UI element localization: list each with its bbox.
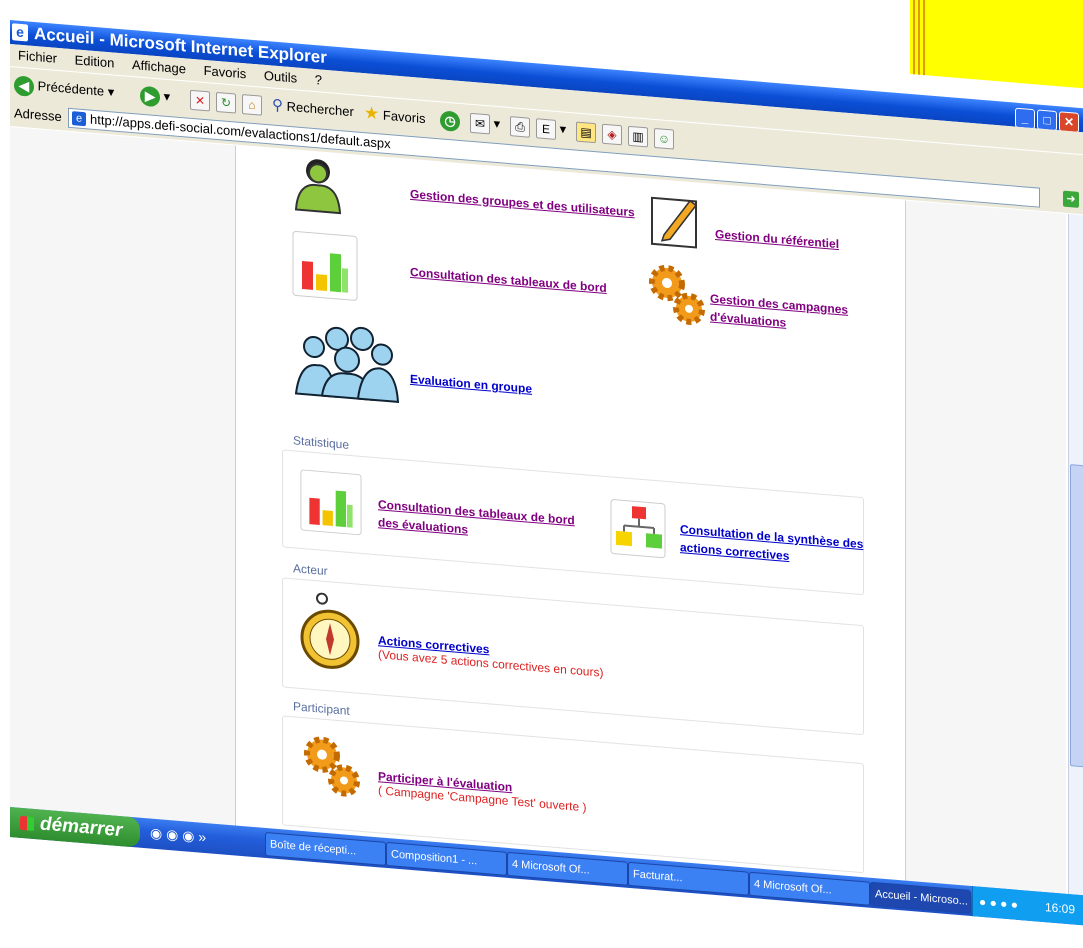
admin-item-campaigns[interactable]: Gestion des campagnes d'évaluations (710, 290, 860, 338)
scrollbar-thumb[interactable] (1070, 464, 1083, 768)
menu-fichier[interactable]: Fichier (18, 48, 57, 66)
pencil-note-icon (650, 192, 702, 257)
bar-chart-icon (292, 230, 358, 306)
refresh-button[interactable]: ↻ (216, 90, 236, 114)
link-campaigns[interactable]: Gestion des campagnes d'évaluations (710, 292, 848, 330)
menu-favoris[interactable]: Favoris (204, 63, 247, 82)
user-icon (290, 155, 346, 221)
stop-icon: ✕ (190, 89, 210, 112)
page-content: Gestion des groupes et des utilisateurs … (10, 127, 1083, 896)
print-icon: ⎙ (510, 115, 530, 138)
edit-button[interactable]: E ▾ (536, 116, 566, 140)
star-icon: ★ (364, 103, 380, 124)
favorites-button[interactable]: ★ Favoris (364, 102, 426, 129)
link-group-evaluation[interactable]: Evaluation en groupe (410, 372, 532, 396)
section-title-acteur: Acteur (293, 561, 328, 579)
gears-icon (645, 259, 707, 335)
task-composition[interactable]: Composition1 - ... (386, 841, 507, 876)
note-icon: ▤ (576, 121, 596, 143)
start-label: démarrer (40, 813, 123, 842)
windows-flag-icon (20, 815, 34, 831)
back-arrow-icon: ◀ (14, 74, 34, 97)
gears-icon (300, 731, 362, 807)
refresh-icon: ↻ (216, 91, 236, 114)
address-label: Adresse (14, 105, 62, 125)
clock: 16:09 (1044, 900, 1075, 917)
mail-button[interactable]: ✉ ▾ (470, 111, 500, 135)
search-icon: ⚲ (272, 96, 283, 115)
media-button[interactable]: ◈ (602, 122, 622, 146)
search-label: Rechercher (286, 98, 354, 120)
favorites-label: Favoris (382, 107, 426, 127)
menu-edition[interactable]: Edition (75, 52, 115, 70)
research-button[interactable]: ▥ (628, 124, 648, 148)
forward-arrow-icon: ▶ (140, 85, 160, 107)
discuss-button[interactable]: ▤ (576, 120, 596, 144)
page-favicon-icon: e (72, 111, 86, 127)
task-accueil[interactable]: Accueil - Microso... (870, 881, 971, 915)
ie-logo-icon: e (12, 23, 28, 42)
history-button[interactable]: ◷ (440, 108, 460, 132)
go-button[interactable]: ➜ (1063, 190, 1079, 208)
menu-help[interactable]: ? (315, 72, 322, 88)
mail-icon: ✉ (470, 112, 490, 135)
history-icon: ◷ (440, 109, 460, 132)
admin-item-referentiel[interactable]: Gestion du référentiel (715, 225, 839, 253)
forward-button[interactable]: ▶ ▾ (140, 84, 170, 108)
menu-outils[interactable]: Outils (264, 68, 297, 86)
admin-item-group-eval[interactable]: Evaluation en groupe (410, 370, 532, 398)
section-title-participant: Participant (293, 699, 350, 718)
group-people-icon (292, 315, 402, 409)
admin-item-dashboards[interactable]: Consultation des tableaux de bord (410, 263, 607, 297)
messenger-icon: ☺ (654, 127, 674, 150)
quick-launch[interactable]: ◉ ◉ ◉ » (150, 825, 206, 847)
print-button[interactable]: ⎙ (510, 114, 530, 138)
messenger-button[interactable]: ☺ (654, 126, 674, 150)
search-button[interactable]: ⚲ Rechercher (272, 95, 354, 124)
admin-item-users[interactable]: Gestion des groupes et des utilisateurs (410, 185, 635, 221)
vertical-scrollbar[interactable] (1068, 213, 1083, 896)
right-gutter (905, 200, 1066, 894)
back-label: Précédente (37, 78, 105, 99)
home-icon: ⌂ (242, 93, 262, 116)
tray-icons[interactable]: ● ● ● ● (979, 895, 1018, 912)
media-icon: ◈ (602, 123, 622, 145)
task-factures[interactable]: Facturat... (628, 861, 749, 896)
bar-chart-icon (300, 469, 362, 541)
browser-window: e Accueil - Microsoft Internet Explorer … (10, 0, 1083, 948)
back-button[interactable]: ◀ Précédente ▾ (14, 73, 114, 103)
org-chart-icon (610, 498, 666, 564)
book-icon: ▥ (628, 125, 648, 148)
link-dashboards[interactable]: Consultation des tableaux de bord (410, 265, 607, 295)
stop-button[interactable]: ✕ (190, 88, 210, 112)
link-referentiel[interactable]: Gestion du référentiel (715, 227, 839, 251)
task-office-1[interactable]: 4 Microsoft Of... (507, 851, 628, 886)
link-groups-users[interactable]: Gestion des groupes et des utilisateurs (410, 187, 635, 219)
task-inbox[interactable]: Boîte de récepti... (265, 831, 386, 866)
left-gutter (10, 127, 236, 826)
edit-icon: E (536, 117, 556, 140)
menu-affichage[interactable]: Affichage (132, 57, 186, 76)
compass-icon (300, 591, 360, 685)
home-button[interactable]: ⌂ (242, 92, 262, 116)
task-office-2[interactable]: 4 Microsoft Of... (749, 871, 870, 906)
section-title-statistique: Statistique (293, 433, 350, 452)
